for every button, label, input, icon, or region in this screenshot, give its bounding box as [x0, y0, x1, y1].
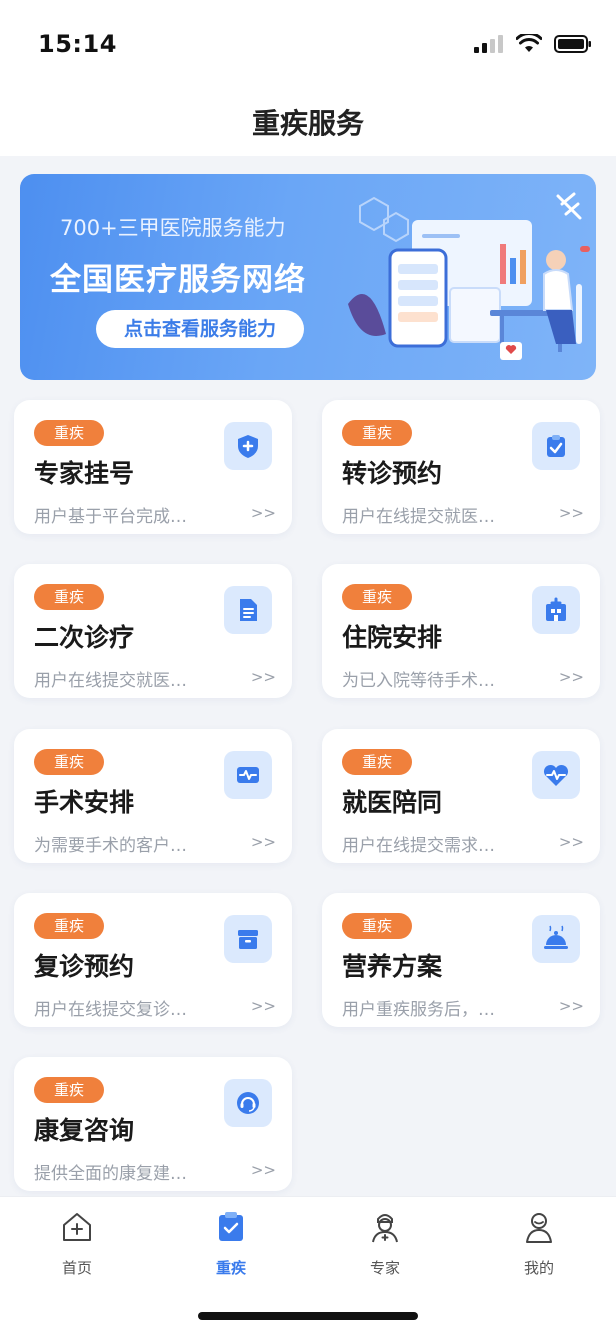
more-arrow[interactable]: >> — [251, 833, 276, 851]
home-indicator[interactable] — [198, 1312, 418, 1320]
critical-illness-tag: 重疾 — [34, 584, 104, 610]
banner-title: 全国医疗服务网络 — [50, 262, 306, 298]
wifi-icon — [516, 34, 542, 52]
card-description: 用户在线提交需求… — [342, 836, 495, 856]
clipboard-check-icon — [532, 422, 580, 470]
critical-illness-tag: 重疾 — [34, 913, 104, 939]
critical-illness-tag: 重疾 — [34, 749, 104, 775]
card-title: 转诊预约 — [342, 459, 443, 488]
card-description: 用户基于平台完成… — [34, 507, 187, 527]
more-arrow[interactable]: >> — [251, 1161, 276, 1179]
card-description: 为需要手术的客户… — [34, 836, 187, 856]
nav-title-bar: 重疾服务 — [0, 88, 616, 156]
clipboard-icon — [219, 1212, 243, 1241]
card-title: 二次诊疗 — [34, 623, 135, 652]
service-card-surgery-arrangement[interactable]: 重疾 手术安排 为需要手术的客户… >> — [14, 729, 292, 863]
card-title: 手术安排 — [34, 788, 135, 817]
doctor-icon — [372, 1214, 398, 1243]
card-description: 用户在线提交就医… — [342, 507, 495, 527]
battery-icon — [554, 35, 591, 53]
user-icon — [526, 1213, 552, 1243]
card-description: 用户重疾服务后，… — [342, 1000, 495, 1020]
service-card-medical-escort[interactable]: 重疾 就医陪同 用户在线提交需求… >> — [322, 729, 600, 863]
tab-critical-illness[interactable]: 重疾 — [181, 1209, 281, 1278]
status-time: 15:14 — [38, 30, 117, 58]
card-title: 专家挂号 — [34, 459, 135, 488]
document-icon — [224, 586, 272, 634]
medical-illustration — [348, 192, 590, 360]
service-card-referral-appointment[interactable]: 重疾 转诊预约 用户在线提交就医… >> — [322, 400, 600, 534]
service-card-hospitalization[interactable]: 重疾 住院安排 为已入院等待手术… >> — [322, 564, 600, 698]
page-title: 重疾服务 — [251, 107, 364, 140]
card-description: 用户在线提交复诊… — [34, 1000, 187, 1020]
critical-illness-tag: 重疾 — [342, 913, 412, 939]
critical-illness-tag: 重疾 — [34, 420, 104, 446]
tab-label: 我的 — [523, 1259, 554, 1277]
critical-illness-tag: 重疾 — [342, 584, 412, 610]
card-title: 营养方案 — [342, 952, 443, 981]
tab-label: 专家 — [369, 1259, 400, 1277]
view-capability-button[interactable]: 点击查看服务能力 — [96, 310, 304, 348]
card-description: 为已入院等待手术… — [342, 671, 495, 691]
tab-label: 首页 — [61, 1259, 92, 1277]
more-arrow[interactable]: >> — [559, 504, 584, 522]
status-icons — [474, 34, 592, 54]
more-arrow[interactable]: >> — [559, 668, 584, 686]
tab-mine[interactable]: 我的 — [489, 1209, 589, 1278]
banner-subtitle: 700+三甲医院服务能力 — [60, 216, 286, 240]
food-dome-icon — [532, 915, 580, 963]
service-card-expert-registration[interactable]: 重疾 专家挂号 用户基于平台完成… >> — [14, 400, 292, 534]
cellular-signal-icon — [474, 35, 503, 53]
home-icon — [63, 1213, 91, 1241]
status-bar: 15:14 — [0, 0, 616, 88]
card-title: 康复咨询 — [34, 1116, 135, 1145]
tab-experts[interactable]: 专家 — [335, 1209, 435, 1278]
card-title: 住院安排 — [342, 623, 443, 652]
headset-icon — [224, 1079, 272, 1127]
service-card-follow-up-appointment[interactable]: 重疾 复诊预约 用户在线提交复诊… >> — [14, 893, 292, 1027]
more-arrow[interactable]: >> — [559, 833, 584, 851]
service-card-nutrition-plan[interactable]: 重疾 营养方案 用户重疾服务后，… >> — [322, 893, 600, 1027]
critical-illness-tag: 重疾 — [342, 749, 412, 775]
critical-illness-tag: 重疾 — [34, 1077, 104, 1103]
more-arrow[interactable]: >> — [251, 504, 276, 522]
tab-label: 重疾 — [215, 1259, 246, 1277]
monitor-pulse-icon — [224, 751, 272, 799]
heart-pulse-icon — [532, 751, 580, 799]
service-card-second-opinion[interactable]: 重疾 二次诊疗 用户在线提交就医… >> — [14, 564, 292, 698]
shield-plus-icon — [224, 422, 272, 470]
card-description: 提供全面的康复建… — [34, 1164, 187, 1184]
hospital-icon — [532, 586, 580, 634]
archive-box-icon — [224, 915, 272, 963]
card-description: 用户在线提交就医… — [34, 671, 187, 691]
service-card-rehab-consultation[interactable]: 重疾 康复咨询 提供全面的康复建… >> — [14, 1057, 292, 1191]
more-arrow[interactable]: >> — [559, 997, 584, 1015]
more-arrow[interactable]: >> — [251, 668, 276, 686]
critical-illness-tag: 重疾 — [342, 420, 412, 446]
more-arrow[interactable]: >> — [251, 997, 276, 1015]
card-title: 复诊预约 — [34, 952, 135, 981]
service-network-banner[interactable]: 700+三甲医院服务能力 全国医疗服务网络 点击查看服务能力 — [20, 174, 596, 380]
card-title: 就医陪同 — [342, 788, 443, 817]
tab-home[interactable]: 首页 — [27, 1209, 127, 1278]
